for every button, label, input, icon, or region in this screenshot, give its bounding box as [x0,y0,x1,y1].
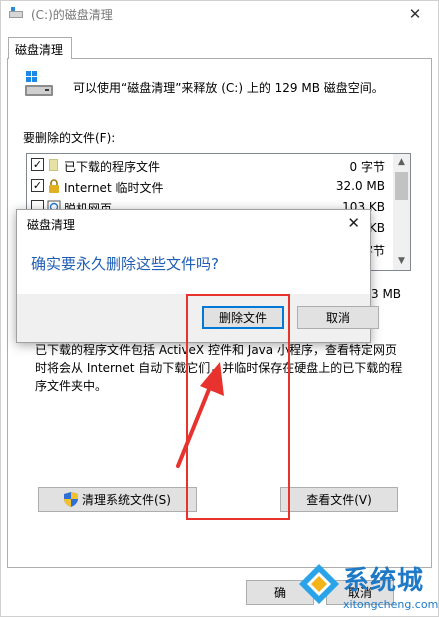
scroll-down-icon[interactable]: ▼ [393,253,410,270]
arrow-icon [176,362,224,468]
checkbox[interactable]: ✓ [31,179,44,192]
files-to-delete-label: 要删除的文件(F): [23,131,116,145]
close-icon[interactable]: ✕ [347,214,360,232]
drive-icon [9,7,23,18]
checkbox[interactable]: ✓ [31,158,44,171]
close-icon[interactable]: ✕ [392,1,438,27]
list-item[interactable]: ✓ Internet 临时文件 32.0 MB [27,176,393,197]
view-files-button[interactable]: 查看文件(V) [280,487,398,512]
scroll-up-icon[interactable]: ▲ [393,154,410,171]
intro-text: 可以使用“磁盘清理”来释放 (C:) 上的 129 MB 磁盘空间。 [73,81,384,95]
hard-drive-icon [25,71,53,96]
tab-label: 磁盘清理 [15,43,64,57]
dialog-message: 确实要永久删除这些文件吗? [31,255,219,273]
total-space-value: 3 MB [371,287,402,301]
item-name: 已下载的程序文件 [64,160,161,174]
watermark-logo-icon [299,564,339,604]
lock-icon [49,179,59,193]
list-item[interactable]: ✓ 已下载的程序文件 0 字节 [27,155,393,176]
tab-disk-cleanup[interactable]: 磁盘清理 [8,37,72,59]
watermark-brand: 系统城 [343,566,425,596]
title-bar: (C:)的磁盘清理 ✕ [1,1,438,27]
dialog-cancel-button[interactable]: 取消 [297,306,379,329]
uac-shield-icon [64,492,78,507]
window-title: (C:)的磁盘清理 [31,8,113,22]
vertical-scrollbar[interactable]: ▲ ▼ [393,154,410,270]
scroll-thumb[interactable] [395,172,408,200]
dialog-title: 磁盘清理 [27,218,76,232]
item-size: 32.0 MB [335,179,385,193]
folder-icon [49,159,58,171]
cleanup-system-files-label: 清理系统文件(S) [82,493,171,507]
item-name: Internet 临时文件 [64,181,164,195]
item-size: KB [368,221,385,235]
watermark: 系统城 xitongcheng.com [297,560,439,617]
watermark-url: xitongcheng.com [343,598,439,611]
item-size: 0 字节 [349,160,385,174]
cleanup-system-files-button[interactable]: 清理系统文件(S) [38,487,197,512]
